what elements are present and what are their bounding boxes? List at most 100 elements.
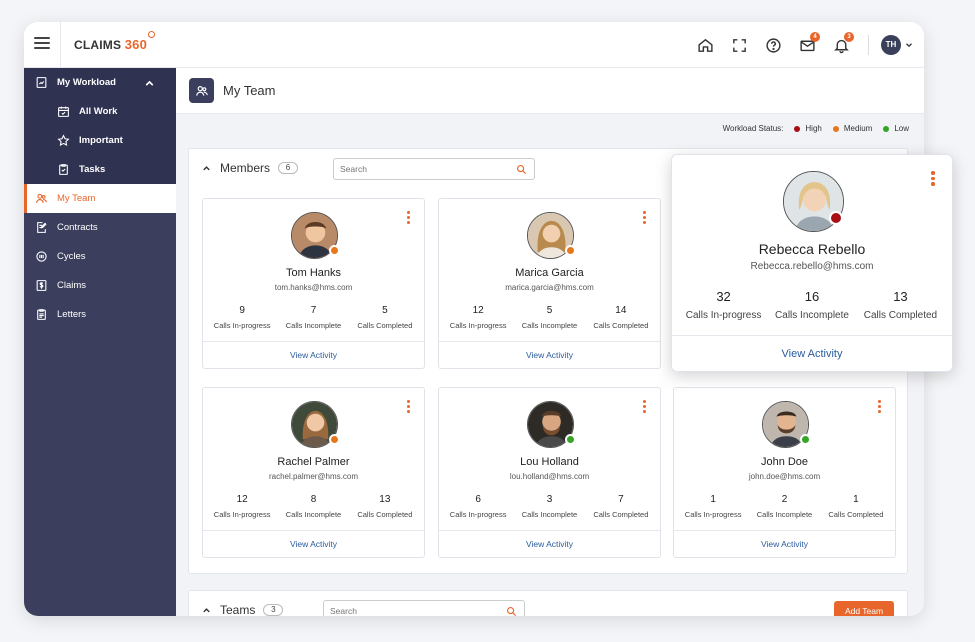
status-medium-dot xyxy=(565,245,576,256)
home-icon[interactable] xyxy=(692,32,718,58)
user-avatar[interactable]: TH xyxy=(881,35,901,55)
more-options-icon[interactable] xyxy=(407,400,411,414)
member-email: lou.holland@hms.com xyxy=(509,472,590,481)
stat-completed: 13 Calls Completed xyxy=(350,494,420,519)
more-options-icon[interactable] xyxy=(643,400,647,414)
logo-number: 360 xyxy=(124,37,148,52)
stat-value: 5 xyxy=(382,305,388,316)
status-low-dot xyxy=(800,434,811,445)
add-team-button[interactable]: Add Team xyxy=(834,601,894,616)
stat-incomplete: 5 Calls Incomplete xyxy=(514,305,584,330)
stat-label: Calls In-progress xyxy=(449,510,507,519)
member-name: Tom Hanks xyxy=(285,267,342,279)
member-email: Rebecca.rebello@hms.com xyxy=(750,261,874,272)
member-name: Marica Garcia xyxy=(515,267,584,279)
member-stats: 12 Calls In-progress 8 Calls Incomplete 13… xyxy=(207,494,420,519)
view-activity-link[interactable]: View Activity xyxy=(439,530,660,557)
sidebar-item-all-work[interactable]: All Work xyxy=(24,97,176,126)
stat-label: Calls Incomplete xyxy=(285,510,342,519)
member-email: john.doe@hms.com xyxy=(748,472,821,481)
search-icon[interactable] xyxy=(506,606,517,616)
workload-icon xyxy=(36,77,47,88)
sidebar-item-tasks[interactable]: Tasks xyxy=(24,155,176,184)
chevron-up-icon[interactable] xyxy=(143,77,156,90)
chevron-down-icon[interactable] xyxy=(904,40,914,50)
low-status-dot xyxy=(883,125,890,132)
more-options-icon[interactable] xyxy=(407,211,411,225)
fullscreen-icon[interactable] xyxy=(726,32,752,58)
member-email: rachel.palmer@hms.com xyxy=(268,472,359,481)
stat-label: Calls Completed xyxy=(828,510,884,519)
stat-in-progress: 32 Calls In-progress xyxy=(680,289,767,321)
view-activity-link[interactable]: View Activity xyxy=(439,341,660,368)
sidebar-item-contracts[interactable]: Contracts xyxy=(24,213,176,242)
stat-label: Calls Incomplete xyxy=(756,510,813,519)
sidebar-item-label: Important xyxy=(79,135,123,146)
view-activity-link[interactable]: View Activity xyxy=(672,335,952,371)
stat-incomplete: 2 Calls Incomplete xyxy=(749,494,819,519)
notification-bell-icon[interactable]: 3 xyxy=(828,32,854,58)
stat-incomplete: 16 Calls Incomplete xyxy=(768,289,855,321)
sidebar-item-my-team[interactable]: My Team xyxy=(24,184,176,213)
member-stats: 9 Calls In-progress 7 Calls Incomplete 5 Ca… xyxy=(207,305,420,330)
stat-value: 9 xyxy=(239,305,245,316)
status-medium-dot xyxy=(329,245,340,256)
stat-label: Calls In-progress xyxy=(213,321,271,330)
stat-value: 7 xyxy=(618,494,624,505)
sidebar-item-label: Letters xyxy=(57,309,87,320)
stat-in-progress: 1 Calls In-progress xyxy=(678,494,748,519)
status-medium-dot xyxy=(329,434,340,445)
stat-label: Calls Incomplete xyxy=(285,321,342,330)
chevron-up-icon[interactable] xyxy=(201,163,212,174)
members-search-input[interactable] xyxy=(334,159,504,179)
stat-value: 32 xyxy=(716,289,731,304)
sidebar-item-claims[interactable]: Claims xyxy=(24,271,176,300)
stat-value: 1 xyxy=(853,494,859,505)
teams-search xyxy=(323,600,525,616)
team-icon xyxy=(189,78,214,103)
sidebar-item-label: My Team xyxy=(57,193,96,204)
stat-label: Calls Incomplete xyxy=(521,321,578,330)
stat-label: Calls Completed xyxy=(593,510,649,519)
stat-value: 14 xyxy=(615,305,627,316)
high-status-label: High xyxy=(805,124,822,133)
sidebar-item-label: Contracts xyxy=(57,222,98,233)
star-icon xyxy=(57,134,70,146)
menu-icon[interactable] xyxy=(34,37,50,51)
member-card: Lou Holland lou.holland@hms.com 6 Calls I… xyxy=(438,387,661,558)
help-icon[interactable] xyxy=(760,32,786,58)
more-options-icon[interactable] xyxy=(878,400,882,414)
search-icon[interactable] xyxy=(516,164,527,175)
view-activity-link[interactable]: View Activity xyxy=(674,530,895,557)
status-low-dot xyxy=(565,434,576,445)
view-activity-link[interactable]: View Activity xyxy=(203,530,424,557)
sidebar-item-cycles[interactable]: Cycles xyxy=(24,242,176,271)
member-stats: 1 Calls In-progress 2 Calls Incomplete 1 Ca… xyxy=(678,494,891,519)
chevron-up-icon[interactable] xyxy=(201,605,212,616)
mail-icon[interactable]: 4 xyxy=(794,32,820,58)
sidebar-item-important[interactable]: Important xyxy=(24,126,176,155)
view-activity-link[interactable]: View Activity xyxy=(203,341,424,368)
sidebar-group-label: My Workload xyxy=(57,77,116,88)
sidebar-group-my-workload[interactable]: My Workload xyxy=(24,68,176,97)
dollar-icon xyxy=(36,280,47,291)
stat-completed: 13 Calls Completed xyxy=(857,289,944,321)
member-stats: 12 Calls In-progress 5 Calls Incomplete 14… xyxy=(443,305,656,330)
more-options-icon[interactable] xyxy=(643,211,647,225)
member-stats: 6 Calls In-progress 3 Calls Incomplete 7 Ca… xyxy=(443,494,656,519)
stat-completed: 7 Calls Completed xyxy=(586,494,656,519)
teams-title: Teams xyxy=(220,603,256,616)
member-card: Marica Garcia marica.garcia@hms.com 12 Ca… xyxy=(438,198,661,369)
teams-panel: Teams 3 Add Team xyxy=(188,590,908,616)
status-high-dot xyxy=(829,211,843,225)
member-name: John Doe xyxy=(760,456,809,468)
app-logo[interactable]: CLAIMS 360 xyxy=(74,31,156,52)
low-status-label: Low xyxy=(894,124,909,133)
logo-degree-mark xyxy=(148,31,156,38)
sidebar-item-letters[interactable]: Letters xyxy=(24,300,176,329)
teams-search-input[interactable] xyxy=(324,601,494,616)
calendar-check-icon xyxy=(58,106,69,117)
more-options-icon[interactable] xyxy=(931,171,935,186)
stat-label: Calls Completed xyxy=(593,321,649,330)
member-name: Rebecca Rebello xyxy=(758,241,866,257)
